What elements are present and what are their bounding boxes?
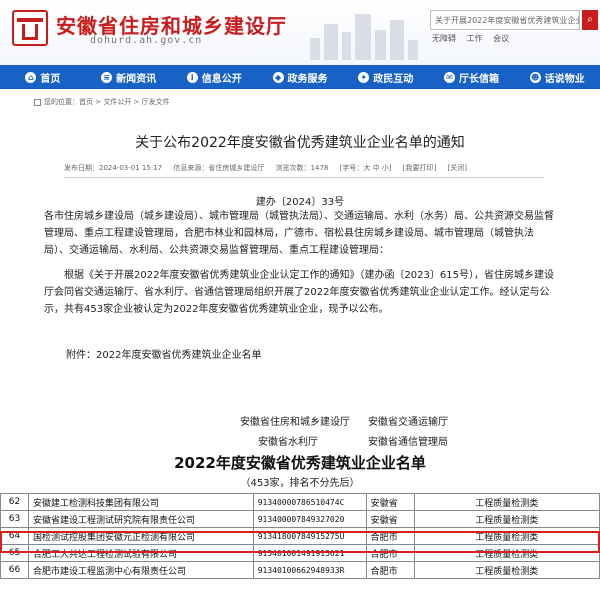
- row-number: 65: [0, 544, 29, 562]
- company-name: 国检测试控股集团安徽元正检测有限公司: [27, 527, 254, 545]
- property-icon: ☻: [529, 71, 541, 83]
- nav-item-news[interactable]: ≡ 新闻资讯: [86, 70, 172, 85]
- nav-item-home[interactable]: ⌂ 首页: [0, 70, 86, 85]
- body-paragraph: 根据《关于开展2022年度安徽省优秀建筑业企业认定工作的通知》（建办函〔2023…: [44, 270, 554, 315]
- table-row: 64 国检测试控股集团安徽元正检测有限公司 91341800784915275U…: [0, 527, 600, 545]
- row-number: 63: [0, 510, 29, 528]
- top-link-work[interactable]: 工作: [467, 34, 483, 43]
- home-icon: ⌂: [25, 71, 37, 83]
- mailbox-icon: ✉: [443, 71, 455, 83]
- top-link-meeting[interactable]: 会议: [493, 34, 509, 43]
- breadcrumb: 您的位置：首页 > 文件公开 > 厅发文件: [34, 97, 170, 107]
- info-source: 信息来源：省住房城乡建设厅: [173, 164, 265, 172]
- row-number: 64: [0, 527, 29, 545]
- credit-code: 913400007849327020: [252, 510, 367, 528]
- company-name: 安徽建工检测科技集团有限公司: [27, 493, 254, 511]
- main-nav: ⌂ 首页 ≡ 新闻资讯 i 信息公开 ◆ 政务服务 ✦ 政民互动 ✉ 厅长信箱 ☻ 话说物业: [0, 65, 600, 89]
- region: 合肥市: [365, 544, 415, 562]
- nav-item-service[interactable]: ◆ 政务服务: [257, 70, 343, 85]
- signatory-water: 安徽省水利厅: [258, 437, 318, 448]
- nav-item-info[interactable]: i 信息公开: [171, 70, 257, 85]
- company-name: 合肥工大共达工程检测试验有限公司: [27, 544, 254, 562]
- divider: [64, 177, 544, 178]
- recipients-paragraph: 各市住房城乡建设局（城乡建设局）、城市管理局（城管执法局）、交通运输局、水利（水…: [44, 211, 554, 256]
- category: 工程质量检测类: [413, 561, 600, 579]
- category: 工程质量检测类: [413, 527, 600, 545]
- service-icon: ◆: [272, 71, 284, 83]
- category: 工程质量检测类: [413, 510, 600, 528]
- sheet-title: 2022年度安徽省优秀建筑业企业名单: [174, 454, 426, 472]
- print-link[interactable]: [我要打印]: [403, 164, 436, 172]
- credit-code: 91341800784915275U: [252, 527, 367, 545]
- signatory-housing: 安徽省住房和城乡建设厅: [240, 417, 350, 428]
- close-link[interactable]: [关闭]: [447, 164, 466, 172]
- interaction-icon: ✦: [358, 71, 370, 83]
- credit-code: 91340100662948933R: [252, 561, 367, 579]
- site-url: dohurd.ah.gov.cn: [90, 35, 203, 46]
- credit-code: 913401001491915621: [252, 544, 367, 562]
- category: 工程质量检测类: [413, 544, 600, 562]
- article-meta: 发布日期：2024-03-01 15:17 信息来源：省住房城乡建设厅 浏览次数…: [64, 163, 476, 173]
- signatory-telecom: 安徽省通信管理局: [368, 437, 448, 448]
- view-count: 浏览次数：1478: [275, 164, 329, 172]
- news-icon: ≡: [101, 71, 113, 83]
- region: 合肥市: [365, 561, 415, 579]
- article-title: 关于公布2022年度安徽省优秀建筑业企业名单的通知: [135, 135, 465, 151]
- company-name: 安徽省建设工程测试研究院有限责任公司: [27, 510, 254, 528]
- nav-item-property[interactable]: ☻ 话说物业: [514, 70, 600, 85]
- attachment-link[interactable]: 附件：2022年度安徽省优秀建筑业企业名单: [66, 346, 261, 361]
- font-size-control[interactable]: [字号：大 中 小]: [340, 164, 392, 172]
- site-header: 安徽省住房和城乡建设厅 dohurd.ah.gov.cn 关于开展2022年度安…: [0, 0, 600, 65]
- signatory-transport: 安徽省交通运输厅: [368, 417, 448, 428]
- table-row: 62 安徽建工检测科技集团有限公司 91340000786510474C 安徽省…: [0, 493, 600, 511]
- table-row: 63 安徽省建设工程测试研究院有限责任公司 913400007849327020…: [0, 510, 600, 528]
- document-number: 建办〔2024〕33号: [255, 197, 345, 208]
- search-icon[interactable]: ⌕: [582, 10, 598, 30]
- nav-item-interaction[interactable]: ✦ 政民互动: [343, 70, 429, 85]
- row-number: 66: [0, 561, 29, 579]
- region: 合肥市: [365, 527, 415, 545]
- publish-date: 发布日期：2024-03-01 15:17: [64, 164, 163, 172]
- row-number: 62: [0, 493, 29, 511]
- sheet-subtitle: （453家，排名不分先后）: [240, 478, 360, 489]
- nav-item-mailbox[interactable]: ✉ 厅长信箱: [429, 70, 515, 85]
- location-icon: [34, 98, 41, 106]
- top-links: 无障碍 工作 会议: [432, 33, 517, 44]
- table-row: 65 合肥工大共达工程检测试验有限公司 913401001491915621 合…: [0, 544, 600, 562]
- site-logo[interactable]: [12, 10, 48, 46]
- top-link-accessibility[interactable]: 无障碍: [432, 34, 456, 43]
- skyline-graphic: [300, 8, 420, 60]
- region: 安徽省: [365, 510, 415, 528]
- enterprise-table: 62 安徽建工检测科技集团有限公司 91340000786510474C 安徽省…: [0, 493, 600, 579]
- company-name: 合肥市建设工程监测中心有限责任公司: [27, 561, 254, 579]
- search-input[interactable]: 关于开展2022年度安徽省优秀建筑业企业认: [430, 10, 580, 30]
- info-icon: i: [186, 71, 198, 83]
- credit-code: 91340000786510474C: [252, 493, 367, 511]
- table-row: 66 合肥市建设工程监测中心有限责任公司 91340100662948933R …: [0, 561, 600, 579]
- region: 安徽省: [365, 493, 415, 511]
- category: 工程质量检测类: [413, 493, 600, 511]
